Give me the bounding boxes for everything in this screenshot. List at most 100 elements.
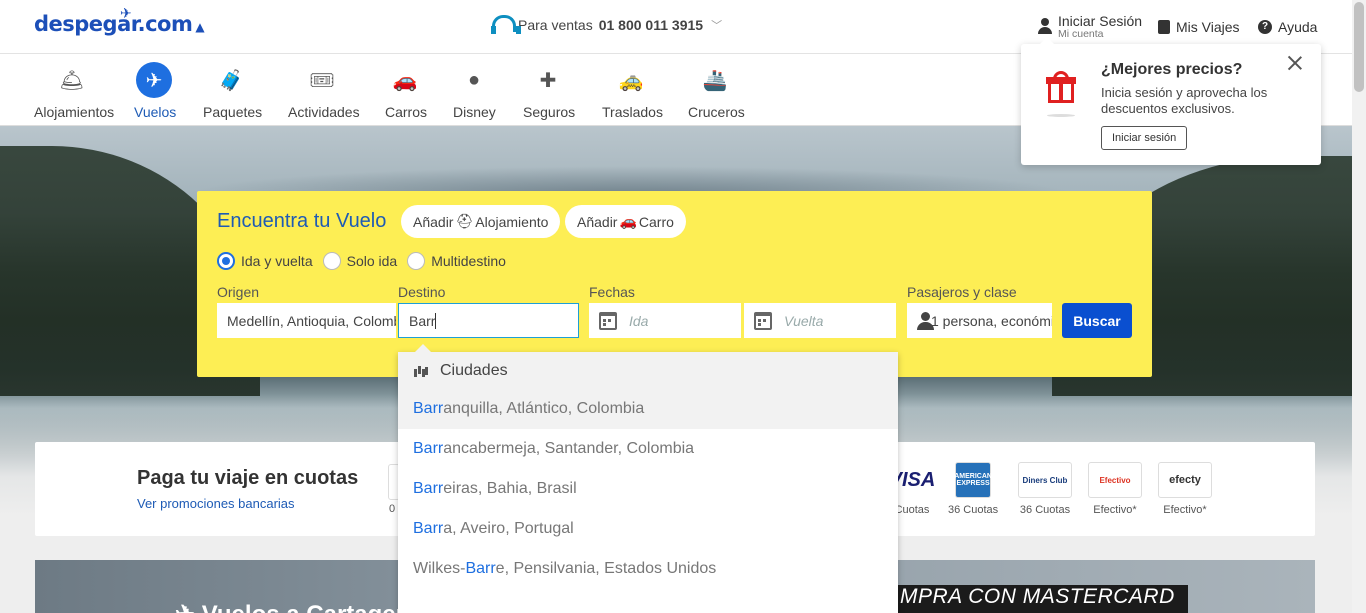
group-label: Ciudades	[440, 361, 508, 379]
nav-item-cruceros[interactable]: 🚢 Cruceros	[688, 62, 745, 121]
close-icon[interactable]	[1286, 54, 1304, 72]
radio-label: Multidestino	[431, 253, 506, 269]
chevron-down-icon: ﹀	[711, 20, 723, 32]
sales-label: Para ventas	[518, 17, 593, 33]
add-car-button[interactable]: Añadir 🚗 Carro	[565, 205, 686, 238]
radio-dot	[217, 252, 235, 270]
nav-label: Vuelos	[134, 104, 177, 120]
amex-logo: AMERICAN EXPRESS	[954, 462, 992, 498]
payment-caption: 36 Cuotas	[1019, 504, 1071, 516]
plane-logo-icon: ✈	[120, 6, 132, 22]
item-prefix: Wilkes-	[413, 560, 466, 577]
radio-round-trip[interactable]: Ida y vuelta	[217, 252, 313, 270]
my-trips-label: Mis Viajes	[1176, 19, 1240, 35]
hotel-bell-icon: 🛎	[59, 69, 85, 92]
autocomplete-item[interactable]: Barr a, Aveiro, Portugal	[398, 509, 898, 549]
item-rest: e, Pensilvania, Estados Unidos	[495, 560, 717, 577]
item-rest: anquilla, Atlántico, Colombia	[443, 400, 645, 417]
scrollbar-thumb[interactable]	[1354, 2, 1364, 92]
sales-phone[interactable]: Para ventas 01 800 011 3915 ﹀	[490, 14, 722, 36]
depart-placeholder: Ida	[629, 312, 649, 329]
add-car-prefix: Añadir	[577, 213, 618, 230]
banner-left-text: ✈ Vuelos a Cartagena	[175, 600, 424, 613]
return-placeholder: Vuelta	[784, 312, 824, 329]
destination-label: Destino	[398, 284, 446, 300]
cash-logo: Efectivo	[1088, 462, 1142, 498]
plane-icon: ✈	[175, 601, 195, 613]
my-trips-link[interactable]: Mis Viajes	[1158, 19, 1240, 35]
bank-promotions-link[interactable]: Ver promociones bancarias	[137, 496, 295, 511]
mastercard-banner-text: MPRA CON MASTERCARD	[898, 585, 1188, 613]
help-link[interactable]: ? Ayuda	[1258, 19, 1317, 35]
taxi-icon: 🚕	[618, 69, 644, 92]
autocomplete-item[interactable]: Barr anquilla, Atlántico, Colombia	[398, 389, 898, 429]
nav-label: Carros	[385, 104, 428, 120]
nav-item-traslados[interactable]: 🚕 Traslados	[602, 62, 663, 121]
tickets-icon: 🎟	[309, 69, 335, 92]
payment-caption: 36 Cuotas	[948, 504, 999, 516]
calendar-icon	[599, 311, 617, 330]
passengers-input[interactable]: 1 persona, económica	[907, 303, 1052, 338]
autocomplete-item[interactable]: Barr ancabermeja, Santander, Colombia	[398, 429, 898, 469]
car-icon: 🚗	[619, 213, 637, 229]
destination-value: Barr	[409, 312, 436, 329]
login-label: Iniciar Sesión	[1058, 13, 1143, 29]
banner-left-label: Vuelos a Cartagena	[202, 601, 424, 613]
help-label: Ayuda	[1278, 19, 1318, 35]
autocomplete-item[interactable]: Barr eiras, Bahia, Brasil	[398, 469, 898, 509]
nav-item-vuelos[interactable]: ✈ Vuelos	[134, 62, 177, 120]
nav-item-seguros[interactable]: ✚ Seguros	[523, 62, 575, 121]
origin-input[interactable]: Medellín, Antioquia, Colombia	[217, 303, 396, 338]
autocomplete-item[interactable]: Wilkes- Barr e, Pensilvania, Estados Unido…	[398, 549, 898, 589]
radio-one-way[interactable]: Solo ida	[322, 252, 397, 270]
destination-autocomplete: Ciudades Barr anquilla, Atlántico, Colomb…	[398, 344, 898, 613]
add-lodging-label: Alojamiento	[475, 213, 549, 230]
popover-login-button[interactable]: Iniciar sesión	[1101, 126, 1188, 150]
return-date-input[interactable]: Vuelta	[744, 303, 896, 338]
city-buildings-icon	[414, 364, 428, 377]
depart-date-input[interactable]: Ida	[589, 303, 741, 338]
login-text: Iniciar Sesión Mi cuenta	[1058, 13, 1142, 40]
item-match: Barr	[413, 400, 444, 417]
login-menu[interactable]: Iniciar Sesión Mi cuenta	[1038, 13, 1142, 40]
payment-diners: Diners Club 36 Cuotas	[1018, 462, 1072, 516]
nav-item-carros[interactable]: 🚗 Carros	[385, 62, 428, 121]
item-rest: ancabermeja, Santander, Colombia	[443, 440, 695, 457]
dates-label: Fechas	[589, 284, 635, 300]
ship-icon: 🚢	[702, 69, 728, 92]
radio-dot	[407, 252, 426, 270]
calendar-icon	[754, 311, 772, 330]
page-scrollbar[interactable]	[1352, 0, 1366, 613]
nav-item-actividades[interactable]: 🎟 Actividades	[288, 62, 360, 121]
passengers-value: 1 persona, económica	[931, 312, 1052, 329]
search-button[interactable]: Buscar	[1062, 303, 1132, 338]
item-match: Barr	[413, 440, 444, 457]
car-icon: 🚗	[392, 69, 418, 92]
gift-shadow	[1047, 114, 1075, 117]
sales-phone-number: 01 800 011 3915	[598, 17, 704, 33]
hotel-bell-icon: ⛑	[455, 213, 474, 229]
add-car-label: Carro	[638, 213, 674, 230]
item-match: Barr	[413, 520, 444, 537]
origin-label: Origen	[217, 284, 260, 300]
efecty-logo: efecty	[1158, 462, 1212, 498]
hat-icon: ▲	[195, 20, 205, 34]
mickey-icon: ●	[467, 68, 481, 91]
destination-input[interactable]: Barr	[398, 303, 579, 338]
payment-amex: AMERICAN EXPRESS 36 Cuotas	[948, 462, 998, 516]
nav-item-alojamientos[interactable]: 🛎 Alojamientos	[34, 62, 114, 121]
nav-label: Disney	[453, 104, 496, 120]
trip-type-group: Ida y vuelta Solo ida Multidestino	[217, 252, 506, 270]
payment-caption: Efectivo*	[1163, 504, 1207, 516]
add-lodging-button[interactable]: Añadir ⛑ Alojamiento	[401, 205, 561, 238]
flight-search-box: Encuentra tu Vuelo Añadir ⛑ Alojamiento Añ…	[197, 191, 1152, 377]
autocomplete-group-header: Ciudades	[398, 352, 898, 389]
logo[interactable]: despegar.com ▲ ✈	[34, 6, 205, 36]
passengers-label: Pasajeros y clase	[907, 284, 1017, 300]
popover-description: Inicia sesión y aprovecha los descuentos…	[1101, 85, 1268, 116]
nav-item-disney[interactable]: ● Disney	[453, 62, 496, 121]
my-account-label: Mi cuenta	[1058, 28, 1104, 40]
nav-label: Paquetes	[203, 104, 263, 120]
radio-multi-destination[interactable]: Multidestino	[407, 252, 506, 270]
nav-item-paquetes[interactable]: 🧳 Paquetes	[203, 62, 263, 121]
